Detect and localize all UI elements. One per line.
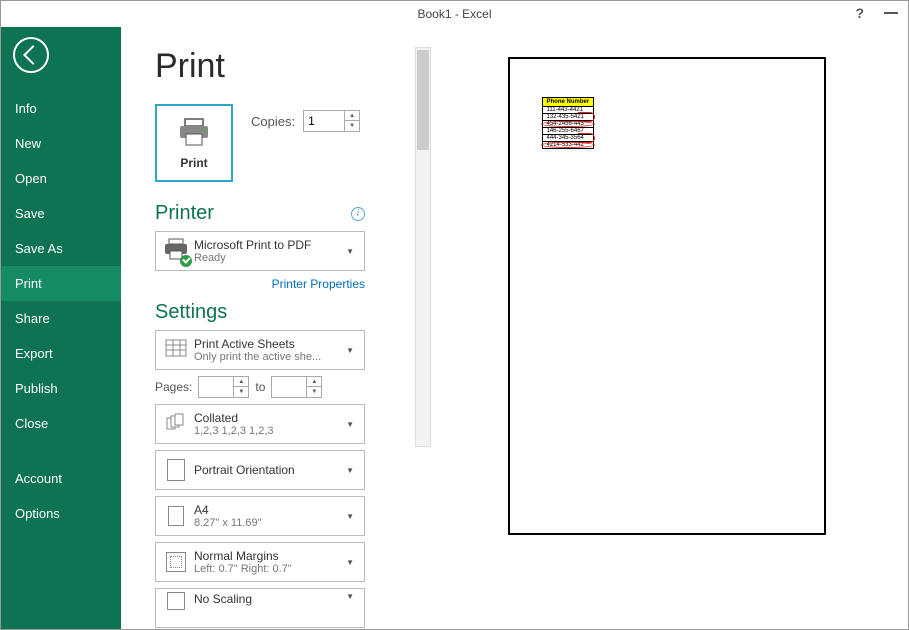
paper-sub: 8.27" x 11.69" [194,517,342,529]
up[interactable]: ▲ [307,377,321,387]
collate-icon [165,413,187,436]
sidebar-item-account[interactable]: Account [1,461,121,496]
sheets-icon [165,339,187,362]
pages-to-spinner[interactable]: ▲▼ [271,376,322,398]
printer-name: Microsoft Print to PDF [194,238,342,252]
print-what-main: Print Active Sheets [194,337,342,351]
printer-icon [177,117,211,152]
scaling-dropdown[interactable]: No Scaling ▼ [155,588,365,628]
collation-sub: 1,2,3 1,2,3 1,2,3 [194,425,342,437]
sidebar-item-share[interactable]: Share [1,301,121,336]
minimize-icon[interactable] [884,12,898,14]
print-button-label: Print [180,156,207,170]
preview-header: Phone Number [542,98,594,107]
collation-main: Collated [194,411,342,425]
orientation-dropdown[interactable]: Portrait Orientation ▼ [155,450,365,490]
chevron-down-icon: ▼ [342,466,358,475]
print-what-sub: Only print the active she... [194,351,342,363]
sidebar-item-save[interactable]: Save [1,196,121,231]
copies-input[interactable] [304,111,344,131]
back-button[interactable] [13,37,49,73]
back-arrow-icon [23,45,43,65]
help-icon[interactable]: ? [855,5,864,21]
pages-label: Pages: [155,380,192,394]
preview-cell: 4214-533-442 [542,142,594,149]
sidebar-item-info[interactable]: Info [1,91,121,126]
titlebar: Book1 - Excel ? [1,1,908,27]
pages-to-input[interactable] [272,377,306,397]
scaling-main: No Scaling [194,592,342,606]
pages-to-label: to [255,380,265,394]
sidebar-item-options[interactable]: Options [1,496,121,531]
preview-cell: 454-2456-443 [542,121,594,128]
chevron-down-icon: ▼ [342,512,358,521]
backstage-sidebar: Info New Open Save Save As Print Share E… [1,27,121,629]
down[interactable]: ▼ [307,387,321,397]
checkmark-icon [180,255,192,267]
margins-sub: Left: 0.7" Right: 0.7" [194,563,342,575]
printer-properties-link[interactable]: Printer Properties [155,277,365,291]
info-icon[interactable]: i [351,207,365,221]
sidebar-item-print[interactable]: Print [1,266,121,301]
pages-from-input[interactable] [199,377,233,397]
scaling-icon [167,592,185,610]
copies-label: Copies: [251,114,295,129]
window-title: Book1 - Excel [417,7,491,21]
sidebar-item-close[interactable]: Close [1,406,121,441]
down[interactable]: ▼ [234,387,248,397]
sidebar-item-save-as[interactable]: Save As [1,231,121,266]
print-button[interactable]: Print [155,104,233,182]
printer-dropdown[interactable]: Microsoft Print to PDF Ready ▼ [155,231,365,271]
orientation-main: Portrait Orientation [194,463,342,477]
page-icon [168,506,184,526]
portrait-icon [167,459,185,481]
copies-spinner[interactable]: ▲ ▼ [303,110,360,132]
print-what-dropdown[interactable]: Print Active Sheets Only print the activ… [155,330,365,370]
scrollbar-thumb[interactable] [417,50,429,150]
sidebar-item-new[interactable]: New [1,126,121,161]
page-preview: Phone Number 111-443-4421132-435-5421454… [508,57,826,535]
paper-main: A4 [194,503,342,517]
sidebar-item-open[interactable]: Open [1,161,121,196]
margins-dropdown[interactable]: Normal Margins Left: 0.7" Right: 0.7" ▼ [155,542,365,582]
copies-up[interactable]: ▲ [345,111,359,121]
copies-down[interactable]: ▼ [345,121,359,131]
paper-dropdown[interactable]: A4 8.27" x 11.69" ▼ [155,496,365,536]
settings-heading: Settings [155,301,227,324]
chevron-down-icon: ▼ [342,247,358,256]
margins-main: Normal Margins [194,549,342,563]
settings-scrollbar[interactable] [415,47,431,447]
sidebar-item-export[interactable]: Export [1,336,121,371]
sidebar-item-publish[interactable]: Publish [1,371,121,406]
pages-from-spinner[interactable]: ▲▼ [198,376,249,398]
preview-cell: 132-435-5421 [542,114,594,121]
printer-status: Ready [194,252,342,264]
preview-table: Phone Number 111-443-4421132-435-5421454… [542,97,595,149]
print-preview-pane: Phone Number 111-443-4421132-435-5421454… [425,47,888,629]
chevron-down-icon: ▼ [342,346,358,355]
up[interactable]: ▲ [234,377,248,387]
chevron-down-icon: ▼ [342,592,358,601]
printer-heading: Printer [155,202,214,225]
chevron-down-icon: ▼ [342,420,358,429]
margins-icon [166,552,186,572]
preview-cell: 444-345-3564 [542,135,594,142]
chevron-down-icon: ▼ [342,558,358,567]
page-title: Print [155,47,425,86]
collation-dropdown[interactable]: Collated 1,2,3 1,2,3 1,2,3 ▼ [155,404,365,444]
